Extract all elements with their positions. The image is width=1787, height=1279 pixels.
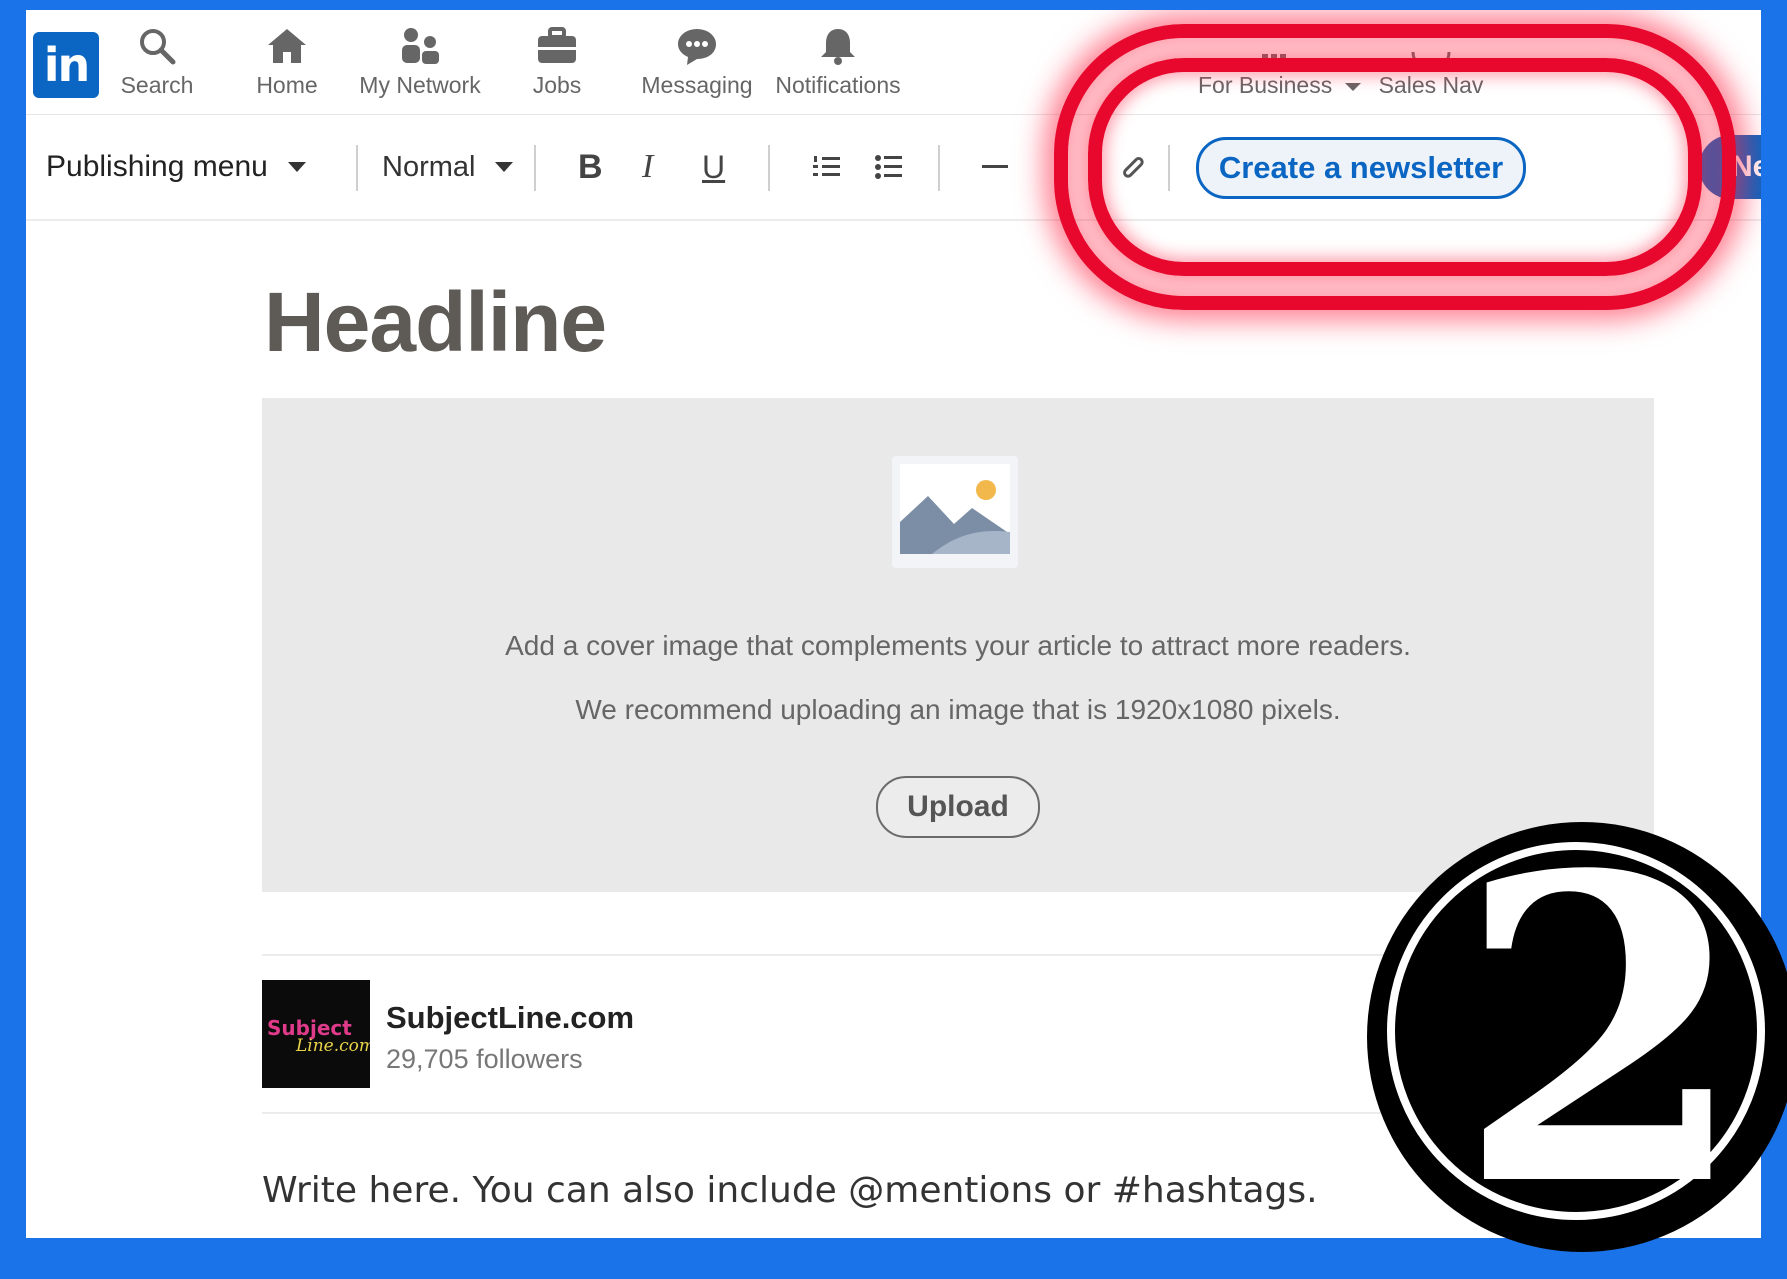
underline-button[interactable]: U xyxy=(702,115,725,219)
avatar-logo-text-2: Line.com xyxy=(296,1036,370,1056)
bell-icon xyxy=(821,29,855,65)
cover-hint-text: Add a cover image that complements your … xyxy=(505,630,1411,661)
author-name[interactable]: SubjectLine.com xyxy=(386,1000,634,1036)
text-style-label: Normal xyxy=(382,150,476,183)
chevron-down-icon xyxy=(1344,82,1361,91)
nav-for-business-label: For Business xyxy=(1198,72,1361,99)
underline-icon: U xyxy=(702,148,726,185)
briefcase-icon xyxy=(538,27,576,63)
bulleted-list-button[interactable] xyxy=(874,115,904,219)
horizontal-rule-icon xyxy=(982,165,1008,168)
publishing-menu-dropdown[interactable]: Publishing menu xyxy=(46,115,306,219)
toolbar-divider xyxy=(768,145,770,191)
chevron-down-icon xyxy=(287,162,306,172)
nav-home-label: Home xyxy=(256,72,318,98)
home-icon xyxy=(268,29,306,63)
text-style-dropdown[interactable]: Normal xyxy=(382,115,514,219)
publishing-menu-label: Publishing menu xyxy=(46,150,268,183)
link-button[interactable] xyxy=(1118,115,1148,219)
create-newsletter-button[interactable]: Create a newsletter xyxy=(1196,137,1526,199)
toolbar-divider xyxy=(1168,145,1170,191)
nav-notifications[interactable]: Notifications xyxy=(770,26,906,112)
top-navigation: in Search Home My Network Jobs Messaging… xyxy=(26,10,1761,115)
publishing-toolbar: Publishing menu Normal B I U Create a ne… xyxy=(26,115,1761,221)
headline-input[interactable]: Headline xyxy=(264,274,607,371)
author-followers: 29,705 followers xyxy=(386,1044,583,1074)
article-body-input[interactable]: Write here. You can also include @mentio… xyxy=(262,1170,1318,1211)
nav-for-business[interactable]: For Business xyxy=(1198,26,1361,112)
cover-size-hint: We recommend uploading an image that is … xyxy=(575,694,1341,725)
linkedin-logo[interactable]: in xyxy=(33,32,99,98)
nav-notifications-label: Notifications xyxy=(775,72,901,98)
toolbar-divider xyxy=(938,145,940,191)
nav-sales-nav-label: Sales Nav xyxy=(1378,72,1484,98)
nav-messaging-label: Messaging xyxy=(641,72,753,98)
image-placeholder-icon xyxy=(892,456,1018,568)
nav-search-label: Search xyxy=(120,72,194,98)
chevron-down-icon xyxy=(495,162,514,172)
link-icon xyxy=(1123,157,1144,178)
numbered-list-button[interactable] xyxy=(812,115,842,219)
messaging-icon xyxy=(678,29,716,65)
step-number: 2 xyxy=(1455,786,1749,1279)
nav-sales-nav[interactable]: Sales Nav xyxy=(1376,26,1486,112)
italic-button[interactable]: I xyxy=(642,115,653,219)
search-icon xyxy=(140,29,176,65)
bold-button[interactable]: B xyxy=(578,115,603,219)
nav-my-network-label: My Network xyxy=(359,72,481,98)
toolbar-divider xyxy=(356,145,358,191)
for-business-text: For Business xyxy=(1198,72,1333,98)
divider-insert-button[interactable] xyxy=(982,115,1010,219)
grid-icon xyxy=(1262,54,1286,60)
bulleted-list-icon xyxy=(875,155,902,179)
italic-icon: I xyxy=(642,148,654,185)
author-avatar[interactable]: Subject Line.com xyxy=(262,980,370,1088)
nav-jobs[interactable]: Jobs xyxy=(526,26,588,112)
nav-search[interactable]: Search xyxy=(116,26,198,112)
nav-messaging[interactable]: Messaging xyxy=(640,26,754,112)
nav-my-network[interactable]: My Network xyxy=(358,26,482,112)
numbered-list-icon xyxy=(813,156,840,176)
next-button[interactable]: Ne xyxy=(1699,135,1761,199)
nav-jobs-label: Jobs xyxy=(532,72,582,98)
nav-home[interactable]: Home xyxy=(246,26,328,112)
network-icon xyxy=(402,28,439,64)
compass-icon xyxy=(1411,51,1451,66)
bold-icon: B xyxy=(578,147,603,186)
upload-button[interactable]: Upload xyxy=(876,776,1040,838)
toolbar-divider xyxy=(534,145,536,191)
